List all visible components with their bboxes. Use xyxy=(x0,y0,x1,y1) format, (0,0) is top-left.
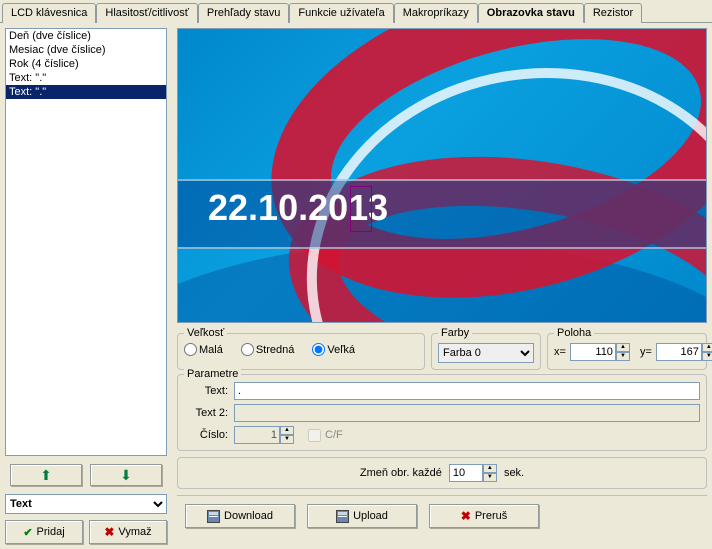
upload-button[interactable]: Upload xyxy=(307,504,417,528)
colors-group: Farby Farba 0 xyxy=(431,333,541,370)
add-button[interactable]: ✔ Pridaj xyxy=(5,520,83,544)
change-prefix: Zmeň obr. každé xyxy=(360,467,442,479)
move-down-button[interactable]: ⬇ xyxy=(90,464,162,486)
y-spin-down[interactable]: ▼ xyxy=(702,352,712,361)
calculator-icon xyxy=(336,510,349,523)
x-spin-up[interactable]: ▲ xyxy=(616,343,630,352)
change-interval-row: Zmeň obr. každé ▲ ▼ sek. xyxy=(177,457,707,489)
number-spin-up: ▲ xyxy=(280,426,294,435)
x-label: x= xyxy=(554,346,566,358)
list-item[interactable]: Text: "." xyxy=(6,71,166,85)
list-item[interactable]: Deň (dve číslice) xyxy=(6,29,166,43)
position-group: Poloha x= ▲ ▼ y= ▲ xyxy=(547,333,707,370)
clear-button-label: Vymaž xyxy=(118,526,151,538)
download-label: Download xyxy=(224,510,273,522)
right-panel: 22.10.2013 Veľkosť Malá Stredná xyxy=(172,23,712,549)
preview-cursor xyxy=(350,186,372,232)
preview-area: 22.10.2013 xyxy=(177,28,707,323)
number-input xyxy=(234,426,280,444)
text-label: Text: xyxy=(184,385,234,397)
y-input[interactable] xyxy=(656,343,702,361)
x-icon: ✖ xyxy=(461,509,471,523)
add-button-label: Pridaj xyxy=(37,526,65,538)
colors-select[interactable]: Farba 0 xyxy=(438,343,534,363)
tab-macros[interactable]: Makropríkazy xyxy=(394,3,478,23)
size-small-radio[interactable]: Malá xyxy=(184,343,223,356)
number-spin-down: ▼ xyxy=(280,435,294,444)
change-suffix: sek. xyxy=(504,467,524,479)
colors-group-title: Farby xyxy=(438,327,472,339)
size-large-radio[interactable]: Veľká xyxy=(312,343,355,356)
abort-button[interactable]: ✖ Preruš xyxy=(429,504,539,528)
cf-checkbox-wrap: C/F xyxy=(308,429,343,442)
list-item[interactable]: Text: "." xyxy=(6,85,166,99)
interval-input[interactable] xyxy=(449,464,483,482)
params-group-title: Parametre xyxy=(184,368,241,380)
list-item[interactable]: Mesiac (dve číslice) xyxy=(6,43,166,57)
y-spin-up[interactable]: ▲ xyxy=(702,343,712,352)
tab-resistor[interactable]: Rezistor xyxy=(584,3,642,23)
x-spin-down[interactable]: ▼ xyxy=(616,352,630,361)
size-small-label: Malá xyxy=(199,344,223,356)
list-item[interactable]: Rok (4 číslice) xyxy=(6,57,166,71)
arrow-down-icon: ⬇ xyxy=(120,467,132,484)
interval-spin-up[interactable]: ▲ xyxy=(483,464,497,473)
type-combo[interactable]: Text xyxy=(5,494,167,514)
text2-label: Text 2: xyxy=(184,407,234,419)
move-up-button[interactable]: ⬆ xyxy=(10,464,82,486)
tab-lcd[interactable]: LCD klávesnica xyxy=(2,3,96,23)
tab-status-overview[interactable]: Prehľady stavu xyxy=(198,3,290,23)
position-group-title: Poloha xyxy=(554,327,594,339)
size-medium-radio[interactable]: Stredná xyxy=(241,343,295,356)
calculator-icon xyxy=(207,510,220,523)
tab-bar: LCD klávesnica Hlasitosť/citlivosť Prehľ… xyxy=(0,0,712,23)
interval-spin-down[interactable]: ▼ xyxy=(483,473,497,482)
element-list[interactable]: Deň (dve číslice) Mesiac (dve číslice) R… xyxy=(5,28,167,456)
params-group: Parametre Text: Text 2: Číslo: ▲ ▼ xyxy=(177,374,707,451)
size-group: Veľkosť Malá Stredná Veľká xyxy=(177,333,425,370)
download-button[interactable]: Download xyxy=(185,504,295,528)
tab-volume[interactable]: Hlasitosť/citlivosť xyxy=(96,3,197,23)
size-medium-label: Stredná xyxy=(256,344,295,356)
abort-label: Preruš xyxy=(475,510,507,522)
check-icon: ✔ xyxy=(23,526,32,539)
left-panel: Deň (dve číslice) Mesiac (dve číslice) R… xyxy=(0,23,172,549)
cf-label: C/F xyxy=(325,429,343,441)
x-input[interactable] xyxy=(570,343,616,361)
tab-user-functions[interactable]: Funkcie užívateľa xyxy=(289,3,393,23)
tab-status-screen[interactable]: Obrazovka stavu xyxy=(478,3,584,23)
size-large-label: Veľká xyxy=(327,344,355,356)
y-label: y= xyxy=(640,346,652,358)
text-input[interactable] xyxy=(234,382,700,400)
text2-input xyxy=(234,404,700,422)
size-group-title: Veľkosť xyxy=(184,327,227,339)
clear-button[interactable]: ✖ Vymaž xyxy=(89,520,167,544)
x-icon: ✖ xyxy=(104,525,114,539)
upload-label: Upload xyxy=(353,510,388,522)
arrow-up-icon: ⬆ xyxy=(40,467,52,484)
action-bar: Download Upload ✖ Preruš xyxy=(177,495,707,536)
number-label: Číslo: xyxy=(184,429,234,441)
cf-checkbox xyxy=(308,429,321,442)
